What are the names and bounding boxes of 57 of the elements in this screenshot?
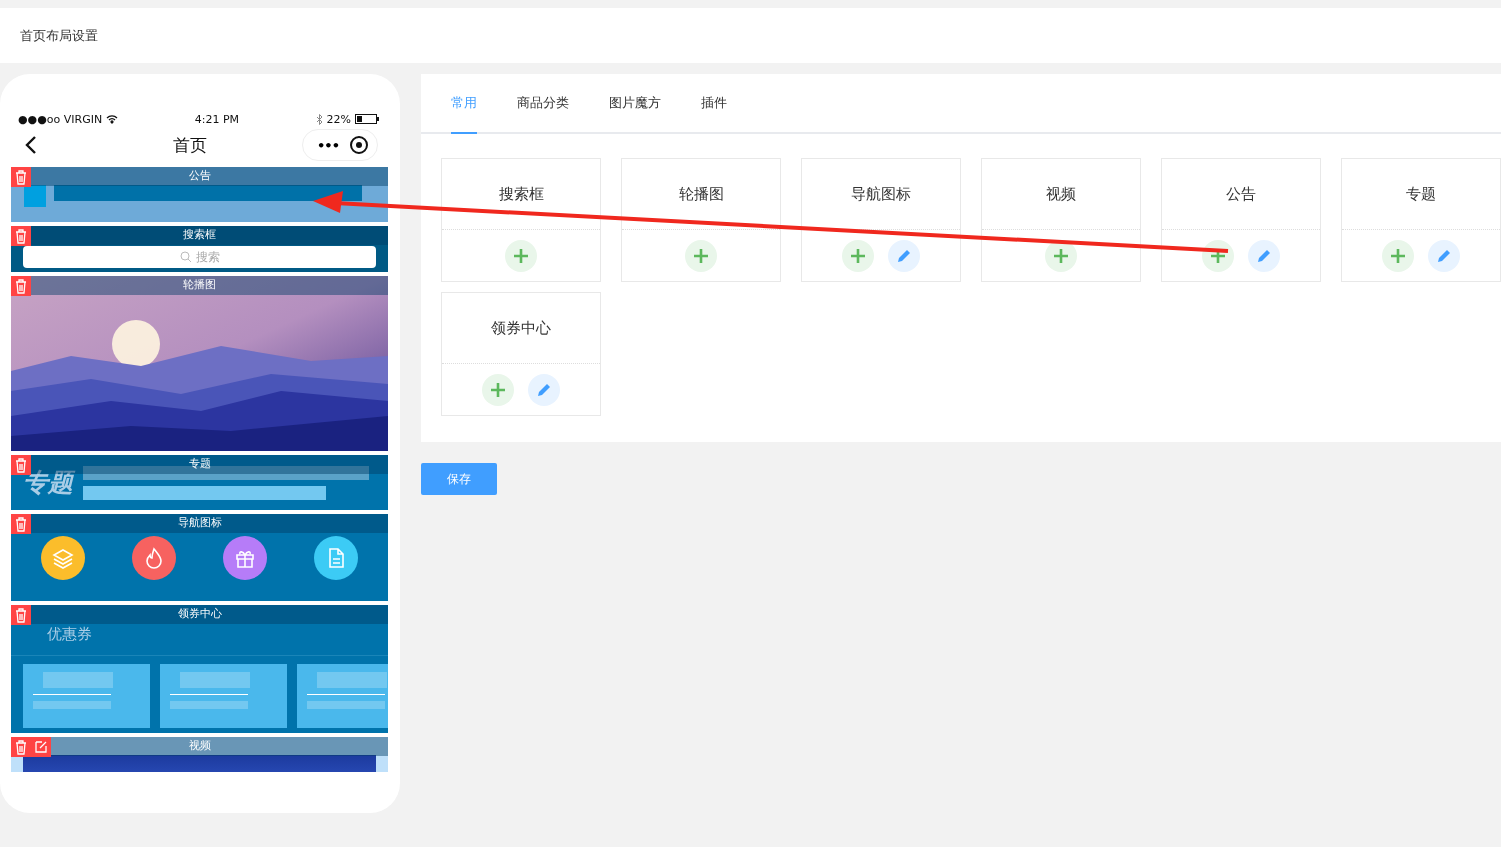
- plus-icon: [490, 381, 506, 398]
- delete-icon[interactable]: [11, 514, 31, 534]
- module-label: 轮播图: [183, 277, 216, 293]
- page-title: 首页布局设置: [20, 26, 98, 45]
- component-label: 轮播图: [622, 159, 780, 230]
- back-icon[interactable]: [24, 135, 38, 155]
- pencil-icon: [1256, 247, 1272, 264]
- delete-icon[interactable]: [11, 167, 31, 187]
- notice-icon: [24, 185, 46, 207]
- pencil-icon: [536, 381, 552, 398]
- battery-percent: 22%: [326, 112, 351, 126]
- pencil-icon: [896, 247, 912, 264]
- more-button[interactable]: •••: [317, 137, 339, 153]
- add-button[interactable]: [482, 373, 514, 406]
- delete-icon[interactable]: [11, 226, 31, 246]
- search-icon: [179, 251, 192, 263]
- close-target-icon[interactable]: [349, 135, 369, 155]
- plus-icon: [693, 247, 709, 264]
- component-label: 领券中心: [442, 293, 600, 364]
- delete-icon[interactable]: [11, 605, 31, 625]
- component-label: 导航图标: [802, 159, 960, 230]
- battery-icon: [355, 114, 380, 124]
- edit-button[interactable]: [528, 373, 560, 406]
- component-label: 专题: [1342, 159, 1500, 230]
- tab[interactable]: 图片魔方: [609, 74, 661, 134]
- module-label: 专题: [188, 456, 211, 472]
- component-label: 公告: [1162, 159, 1320, 230]
- edit-button[interactable]: [888, 239, 920, 272]
- add-button[interactable]: [505, 239, 537, 272]
- component-label: 视频: [982, 159, 1140, 230]
- add-button[interactable]: [1202, 239, 1234, 272]
- plus-icon: [513, 247, 529, 264]
- module-label: 公告: [188, 168, 211, 184]
- carrier-label: ●●●oo VIRGIN: [18, 112, 103, 126]
- delete-icon[interactable]: [11, 737, 31, 757]
- tab[interactable]: 商品分类: [517, 74, 569, 134]
- plus-icon: [1390, 247, 1406, 264]
- wifi-icon: [106, 114, 119, 124]
- add-button[interactable]: [842, 239, 874, 272]
- plus-icon: [850, 247, 866, 264]
- add-button[interactable]: [1382, 239, 1414, 272]
- edit-button[interactable]: [1428, 239, 1460, 272]
- delete-icon[interactable]: [11, 276, 31, 296]
- nav-title: 首页: [172, 133, 209, 157]
- bluetooth-icon: [315, 113, 323, 125]
- pencil-icon: [1436, 247, 1452, 264]
- edit-button[interactable]: [1248, 239, 1280, 272]
- add-button[interactable]: [685, 239, 717, 272]
- status-time: 4:21 PM: [194, 112, 239, 126]
- plus-icon: [1053, 247, 1069, 264]
- edit-icon[interactable]: [31, 737, 51, 757]
- module-label: 搜索框: [183, 227, 216, 243]
- module-label: 领券中心: [177, 606, 222, 622]
- module-label: 视频: [188, 738, 211, 754]
- tab[interactable]: 插件: [701, 74, 727, 134]
- component-label: 搜索框: [442, 159, 600, 230]
- module-label: 导航图标: [177, 515, 222, 531]
